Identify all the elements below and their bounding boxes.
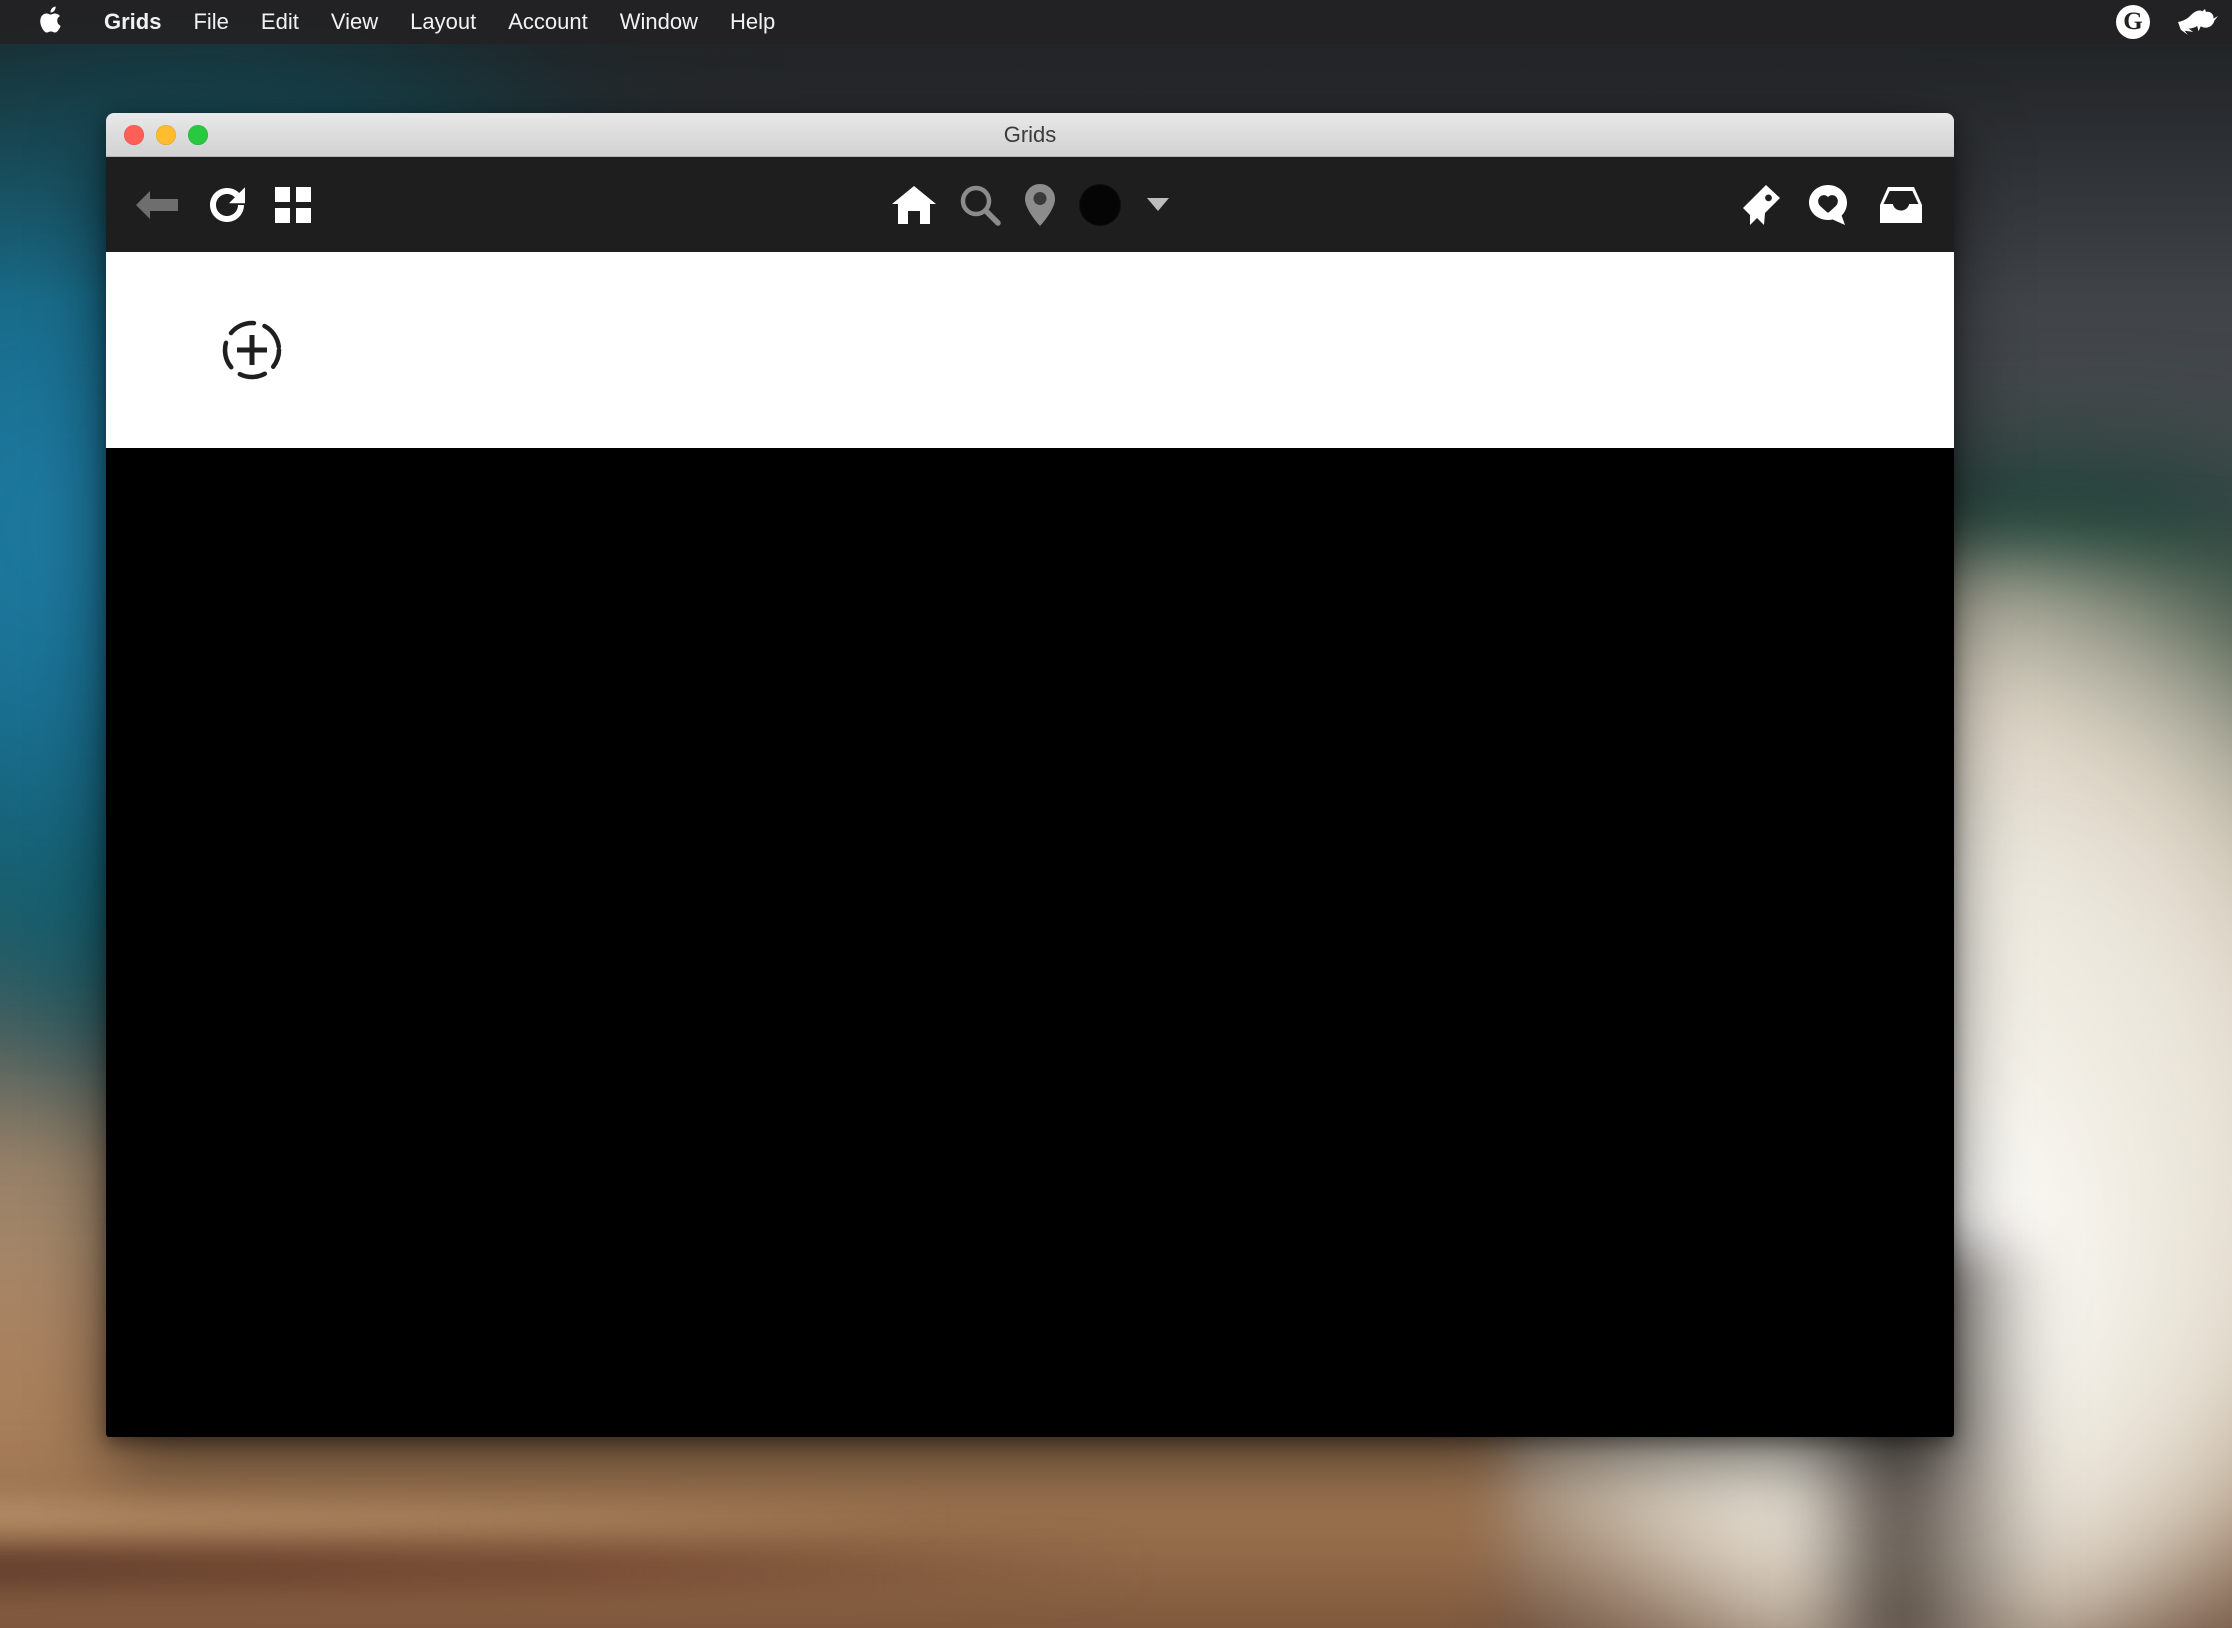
menu-item-help[interactable]: Help	[714, 9, 791, 35]
app-toolbar	[106, 157, 1954, 252]
toolbar-right-group	[1742, 181, 1924, 229]
stories-bar	[106, 252, 1954, 448]
account-dropdown-chevron[interactable]	[1147, 198, 1169, 211]
places-tab[interactable]	[1023, 181, 1057, 229]
add-story-button[interactable]	[220, 318, 284, 382]
grammarly-status-icon[interactable]: G	[2116, 5, 2150, 39]
menu-item-view[interactable]: View	[315, 9, 394, 35]
menu-item-layout[interactable]: Layout	[394, 9, 492, 35]
account-avatar[interactable]	[1079, 183, 1121, 226]
new-post-button[interactable]	[1742, 181, 1782, 229]
menu-item-window[interactable]: Window	[604, 9, 714, 35]
hummingbird-status-icon[interactable]	[2176, 5, 2220, 39]
toolbar-left-group	[134, 181, 312, 229]
window-title-bar[interactable]: Grids	[106, 113, 1954, 157]
activity-button[interactable]	[1808, 181, 1852, 229]
search-tab[interactable]	[959, 181, 1001, 229]
toolbar-center-group	[891, 181, 1169, 229]
menu-bar-status-area: G	[2116, 5, 2220, 39]
direct-messages-button[interactable]	[1878, 181, 1924, 229]
menu-item-grids[interactable]: Grids	[88, 9, 177, 35]
wallpaper-wood-grain-1	[0, 1546, 1140, 1592]
macos-menu-bar: Grids File Edit View Layout Account Wind…	[0, 0, 2232, 44]
grids-app-window: Grids	[106, 113, 1954, 1437]
feed-area[interactable]	[106, 448, 1954, 1437]
grid-view-button[interactable]	[274, 181, 312, 229]
menu-item-file[interactable]: File	[177, 9, 244, 35]
menu-item-account[interactable]: Account	[492, 9, 604, 35]
menu-item-edit[interactable]: Edit	[245, 9, 315, 35]
apple-logo-icon[interactable]	[38, 6, 62, 34]
window-title: Grids	[1003, 121, 1057, 147]
back-button[interactable]	[134, 181, 180, 229]
reload-button[interactable]	[206, 181, 248, 229]
wallpaper-wood-grain-2	[0, 1502, 940, 1532]
home-tab[interactable]	[891, 181, 937, 229]
